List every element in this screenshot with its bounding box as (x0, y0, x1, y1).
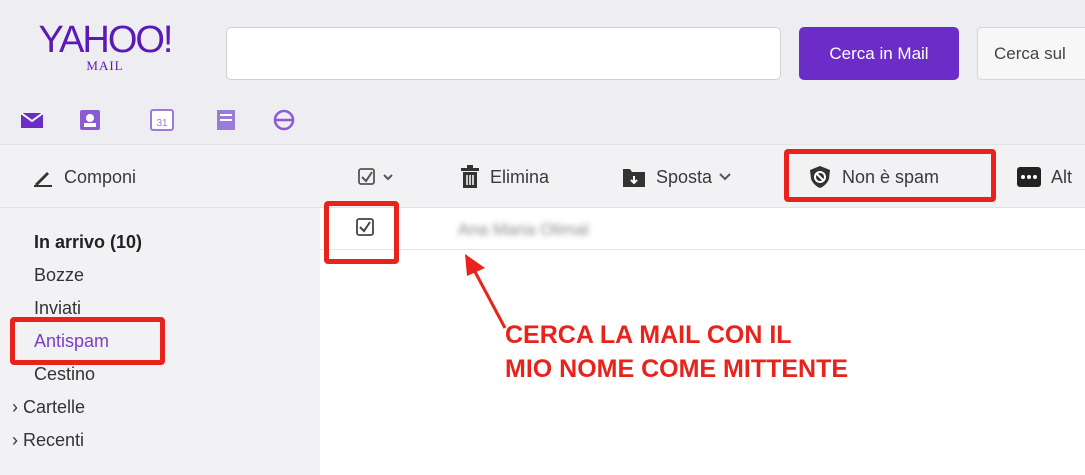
chevron-down-icon (719, 173, 731, 181)
more-label: Alt (1051, 166, 1073, 187)
highlight-checkbox (324, 201, 399, 264)
more-icon (1017, 167, 1041, 187)
highlight-spam-folder (10, 317, 165, 365)
mail-icon[interactable] (20, 108, 44, 132)
calendar-day: 31 (156, 118, 168, 129)
annotation-line-1: CERCA LA MAIL CON IL (505, 321, 792, 349)
select-all-checkbox[interactable] (358, 159, 408, 195)
search-web-button[interactable]: Cerca sul (977, 27, 1085, 80)
chevron-right-icon: › (12, 430, 23, 450)
annotation-line-2: MIO NOME COME MITTENTE (505, 355, 849, 383)
yahoo-mail-logo[interactable]: YAHOO! MAIL (30, 20, 180, 74)
contacts-icon[interactable] (78, 108, 102, 132)
pencil-icon (34, 172, 52, 187)
delete-button[interactable]: Elimina (460, 159, 549, 195)
delete-label: Elimina (490, 166, 550, 187)
folders-label: Cartelle (23, 397, 86, 417)
calendar-icon[interactable]: 31 (150, 108, 174, 132)
sidebar-item-sent[interactable]: Inviati (34, 298, 81, 319)
move-button[interactable]: Sposta (622, 159, 732, 195)
search-mail-button[interactable]: Cerca in Mail (799, 27, 959, 80)
recent-label: Recenti (23, 430, 85, 450)
messenger-icon[interactable] (272, 108, 296, 132)
checkbox-dropdown-icon (358, 168, 393, 185)
more-button[interactable]: Alt (1017, 159, 1072, 195)
folder-move-icon (623, 169, 645, 187)
compose-button[interactable]: Componi (32, 159, 136, 195)
sidebar-item-drafts[interactable]: Bozze (34, 265, 84, 286)
compose-label: Componi (64, 166, 137, 187)
sidebar-item-recent[interactable]: › Recenti (12, 430, 84, 451)
header: YAHOO! MAIL Cerca in Mail Cerca sul (0, 0, 1085, 98)
message-sender: Ana Maria Olimal (458, 220, 589, 239)
notepad-icon[interactable] (214, 108, 238, 132)
table-row[interactable] (320, 208, 1085, 250)
trash-icon (461, 165, 479, 188)
sidebar-item-trash[interactable]: Cestino (34, 364, 95, 385)
sidebar-item-inbox[interactable]: In arrivo (10) (34, 232, 142, 253)
move-label: Sposta (656, 166, 713, 187)
search-input[interactable] (226, 27, 781, 80)
app-icons-bar: 31 (0, 98, 1085, 144)
highlight-not-spam (784, 149, 996, 202)
chevron-right-icon: › (12, 397, 23, 417)
logo-text: YAHOO! (38, 19, 174, 61)
sidebar-item-folders[interactable]: › Cartelle (12, 397, 85, 418)
